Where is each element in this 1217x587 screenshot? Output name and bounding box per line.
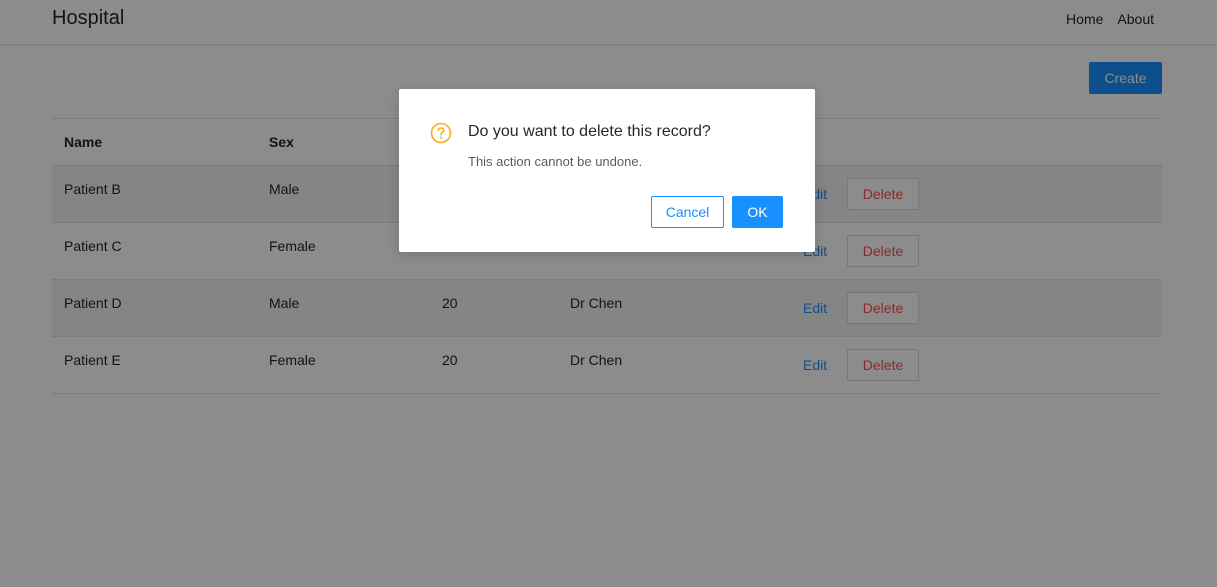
confirm-delete-modal: Do you want to delete this record? This … (399, 89, 815, 252)
modal-content: This action cannot be undone. (468, 154, 643, 169)
question-circle-icon (430, 122, 452, 144)
cancel-button[interactable]: Cancel (651, 196, 724, 228)
modal-title: Do you want to delete this record? (468, 123, 711, 140)
app-root: Hospital Home About Create Name Sex Pati… (0, 0, 1217, 587)
ok-button[interactable]: OK (732, 196, 783, 228)
